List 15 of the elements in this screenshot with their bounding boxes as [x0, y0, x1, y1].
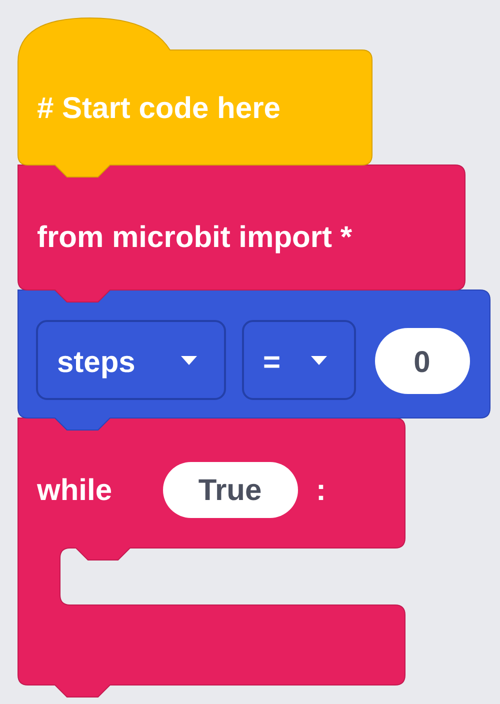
- condition-text: True: [198, 474, 262, 507]
- start-block[interactable]: [18, 18, 372, 178]
- operator-dropdown[interactable]: =: [242, 320, 356, 400]
- caret-icon: [181, 356, 197, 365]
- block-label: # Start code here: [37, 92, 280, 125]
- while-loop-block[interactable]: [18, 418, 406, 698]
- block-label: while: [37, 474, 112, 507]
- operator-label: =: [263, 346, 281, 379]
- statement-block[interactable]: [18, 164, 466, 302]
- caret-icon: [311, 356, 327, 365]
- value-text: 0: [414, 346, 430, 379]
- variable-name: steps: [57, 346, 136, 379]
- block-label: from microbit import *: [37, 221, 352, 254]
- variable-dropdown[interactable]: steps: [36, 320, 226, 400]
- colon-label: :: [316, 474, 326, 507]
